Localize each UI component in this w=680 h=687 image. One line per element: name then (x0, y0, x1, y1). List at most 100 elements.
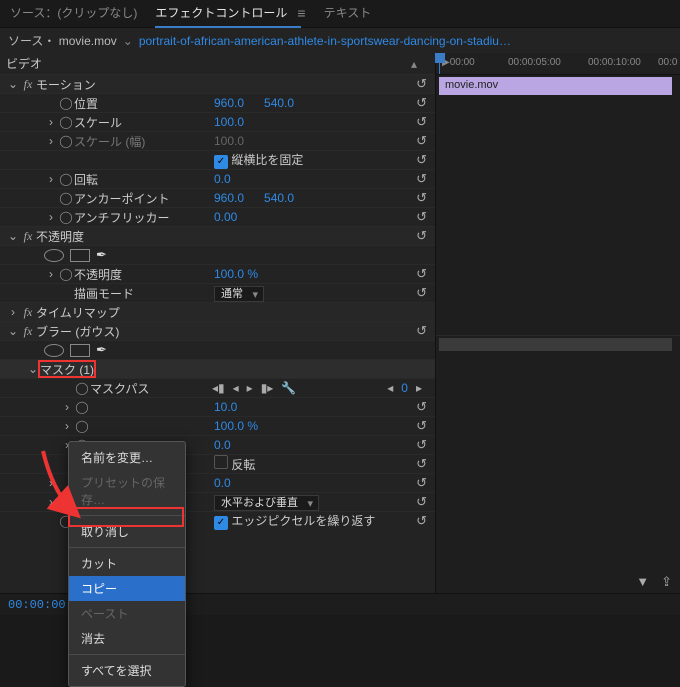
twirl-icon[interactable]: ⌄ (6, 77, 20, 91)
tab-effect-controls[interactable]: エフェクトコントロール (155, 4, 287, 21)
twirl-icon[interactable]: › (60, 400, 74, 414)
twirl-icon[interactable]: › (60, 419, 74, 433)
ctx-copy[interactable]: コピー (69, 576, 185, 601)
ellipse-mask-icon[interactable] (44, 249, 64, 262)
reset-icon[interactable]: ↺ (416, 494, 427, 510)
reset-icon[interactable]: ↺ (416, 418, 427, 434)
tab-source[interactable]: ソース：(クリップなし) (10, 4, 137, 21)
section-blur[interactable]: ブラー (ガウス) (36, 323, 127, 340)
twirl-icon[interactable]: › (44, 210, 58, 224)
playhead[interactable] (439, 53, 440, 74)
ctx-rename[interactable]: 名前を変更… (69, 445, 185, 470)
prop-rotation: 回転 (74, 171, 106, 188)
scroll-up-icon[interactable]: ▴ (411, 57, 427, 71)
checkbox-repeat-edge[interactable]: ✓ (214, 516, 228, 530)
twirl-icon[interactable]: › (44, 476, 58, 490)
mask-item[interactable]: マスク (1) (40, 361, 102, 378)
twirl-icon[interactable]: ⌄ (6, 324, 20, 338)
pen-mask-icon[interactable]: ✒ (96, 342, 107, 358)
stopwatch-icon[interactable]: ◯ (58, 210, 74, 224)
rect-mask-icon[interactable] (70, 249, 90, 262)
pen-mask-icon[interactable]: ✒ (96, 247, 107, 263)
scale-value[interactable]: 100.0 (214, 115, 244, 129)
time-ruler[interactable]: ▶00:00 00:00:05:00 00:00:10:00 00:0 (436, 53, 680, 75)
fx-icon[interactable]: fx (20, 324, 36, 339)
tab-text[interactable]: テキスト (324, 4, 372, 21)
stopwatch-icon[interactable]: ◯ (58, 191, 74, 205)
reset-icon[interactable]: ↺ (416, 285, 427, 301)
twirl-icon[interactable]: › (44, 115, 58, 129)
stopwatch-icon[interactable]: ◯ (74, 381, 90, 395)
reset-icon[interactable]: ↺ (416, 399, 427, 415)
ctx-clear[interactable]: 消去 (69, 626, 185, 651)
twirl-icon[interactable]: › (44, 267, 58, 281)
reset-icon[interactable]: ↺ (416, 152, 427, 168)
filter-icon[interactable]: ▼ (636, 574, 649, 590)
reset-icon[interactable]: ↺ (416, 171, 427, 187)
fx-icon[interactable]: fx (20, 305, 36, 320)
stopwatch-icon[interactable]: ◯ (58, 96, 74, 110)
mask-feather-value[interactable]: 10.0 (214, 400, 237, 414)
stopwatch-icon[interactable]: ◯ (58, 172, 74, 186)
reset-icon[interactable]: ↺ (416, 95, 427, 111)
mask-expansion-value[interactable]: 0.0 (214, 438, 231, 452)
ctx-save-preset: プリセットの保存… (69, 470, 185, 512)
rect-mask-icon[interactable] (70, 344, 90, 357)
section-opacity[interactable]: 不透明度 (36, 228, 92, 245)
stopwatch-icon: ◯ (58, 134, 74, 148)
ellipse-mask-icon[interactable] (44, 344, 64, 357)
timeline-clip[interactable]: movie.mov (439, 77, 672, 95)
section-timeremap[interactable]: タイムリマップ (36, 304, 128, 321)
reset-icon[interactable]: ↺ (416, 266, 427, 282)
blend-mode-dropdown[interactable]: 通常 (214, 286, 264, 302)
reset-icon[interactable]: ↺ (416, 513, 427, 529)
position-y[interactable]: 540.0 (264, 96, 294, 110)
direction-dropdown[interactable]: 水平および垂直 (214, 495, 319, 511)
export-icon[interactable]: ⇪ (661, 574, 672, 590)
sequence-link[interactable]: portrait-of-african-american-athlete-in-… (139, 34, 511, 48)
twirl-icon[interactable]: ⌄ (26, 362, 40, 376)
chevron-down-icon[interactable]: ⌄ (123, 34, 133, 48)
twirl-icon[interactable]: ⌄ (6, 229, 20, 243)
step-fwd-icon[interactable]: ▮▸ (261, 381, 274, 395)
stopwatch-icon[interactable]: ◯ (74, 400, 90, 414)
fx-icon[interactable]: fx (20, 229, 36, 244)
wrench-icon[interactable]: 🔧 (281, 381, 296, 395)
checkbox-invert[interactable] (214, 455, 228, 469)
fx-icon[interactable]: fx (20, 77, 36, 92)
section-motion[interactable]: モーション (36, 76, 104, 93)
reset-icon[interactable]: ↺ (416, 456, 427, 472)
reset-icon[interactable]: ↺ (416, 228, 427, 244)
twirl-icon[interactable]: › (6, 305, 20, 319)
twirl-icon[interactable]: › (44, 172, 58, 186)
video-label: ビデオ (6, 55, 42, 72)
track-back-icon[interactable]: ◂▮ (212, 381, 225, 395)
kf-next-icon[interactable]: ▸ (416, 381, 422, 395)
mask-opacity-value[interactable]: 100.0 % (214, 419, 258, 433)
reset-icon[interactable]: ↺ (416, 209, 427, 225)
stopwatch-icon[interactable]: ◯ (58, 115, 74, 129)
checkbox-uniform-scale[interactable]: ✓ (214, 155, 228, 169)
ctx-undo[interactable]: 取り消し (69, 519, 185, 544)
prop-scalew: スケール (幅) (74, 133, 153, 150)
play-icon[interactable]: ▸ (247, 381, 253, 395)
reset-icon[interactable]: ↺ (416, 323, 427, 339)
reset-icon: ↺ (416, 133, 427, 149)
position-x[interactable]: 960.0 (214, 96, 244, 110)
reset-icon[interactable]: ↺ (416, 475, 427, 491)
ctx-select-all[interactable]: すべてを選択 (69, 658, 185, 683)
ctx-cut[interactable]: カット (69, 551, 185, 576)
keyframe-lane[interactable] (439, 338, 672, 351)
reset-icon[interactable]: ↺ (416, 437, 427, 453)
panel-menu-icon[interactable]: ≡ (297, 5, 305, 21)
reset-icon[interactable]: ↺ (416, 190, 427, 206)
twirl-icon[interactable]: › (44, 495, 58, 509)
context-menu: 名前を変更… プリセットの保存… 取り消し カット コピー ペースト 消去 すべ… (68, 441, 186, 687)
step-back-icon[interactable]: ◂ (233, 381, 239, 395)
reset-icon[interactable]: ↺ (416, 114, 427, 130)
rotation-value[interactable]: 0.0 (214, 172, 231, 186)
stopwatch-icon[interactable]: ◯ (58, 267, 74, 281)
reset-icon[interactable]: ↺ (416, 76, 427, 92)
stopwatch-icon[interactable]: ◯ (74, 419, 90, 433)
kf-prev-icon[interactable]: ◂ (387, 381, 393, 395)
